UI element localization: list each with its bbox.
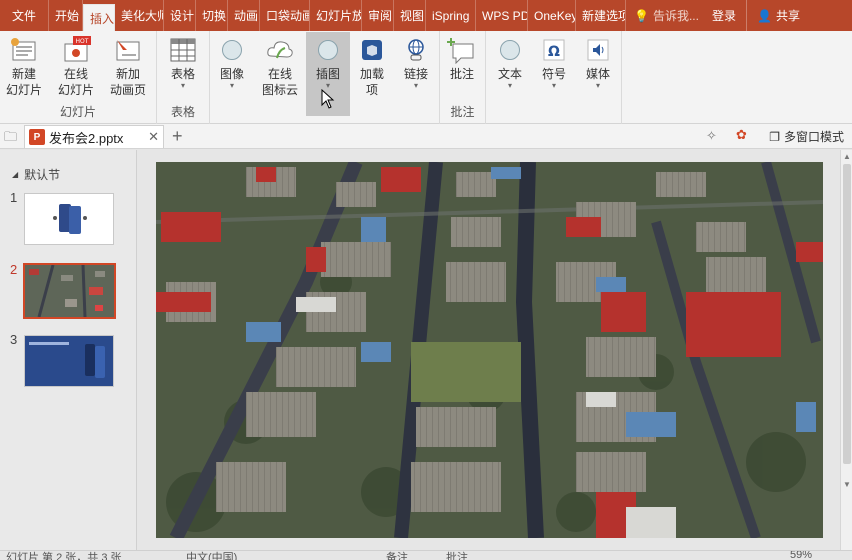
share-button[interactable]: 👤 共享 — [746, 0, 810, 31]
chevron-down-icon: ▾ — [507, 81, 512, 90]
document-tab[interactable]: P 发布会2.pptx ✕ — [24, 125, 164, 148]
document-tab-strip: 🗀 P 发布会2.pptx ✕ + ✧ ✿ ❐ 多窗口模式 — [0, 124, 852, 149]
tab-wps-pdf[interactable]: WPS PDF — [476, 0, 529, 31]
slide-thumb-3[interactable] — [24, 335, 114, 387]
image-button[interactable]: 图像 ▾ — [210, 35, 254, 91]
chevron-down-icon: ▾ — [180, 81, 185, 90]
slide-number-3: 3 — [10, 332, 18, 347]
ribbon-tab-bar: 文件 开始 插入 美化大师 设计 切换 动画 口袋动画 幻灯片放映 审阅 视图 … — [0, 0, 852, 31]
comments-button[interactable]: 批注 — [446, 551, 468, 560]
omega-icon: Ω — [538, 35, 570, 65]
new-slide-button[interactable]: 新建 幻灯片 — [2, 35, 46, 97]
addins-icon — [356, 35, 388, 65]
tab-onekey[interactable]: OneKey — [528, 0, 577, 31]
close-icon[interactable]: ✕ — [148, 129, 159, 145]
slide-count-status: 幻灯片 第 2 张，共 3 张 — [6, 552, 122, 560]
addins-button[interactable]: 加载 项 — [350, 35, 394, 97]
gear-icon[interactable]: ✿ — [736, 127, 747, 143]
slide-thumbnail-panel: ◢ 默认节 1 2 3 — [0, 150, 137, 550]
illustration-icon — [312, 35, 344, 65]
blue-product-slide-image — [25, 336, 113, 386]
add-tab-icon[interactable]: + — [172, 125, 183, 147]
table-icon — [167, 35, 199, 65]
link-button[interactable]: 链接 ▾ — [394, 35, 438, 91]
folder-icon[interactable]: 🗀 — [4, 128, 17, 150]
section-header[interactable]: ◢ 默认节 — [12, 166, 60, 183]
status-bar: 幻灯片 第 2 张，共 3 张 中文(中国) 备注 批注 59% — [0, 550, 852, 560]
comment-icon — [446, 35, 478, 65]
login-button[interactable]: 登录 — [702, 0, 746, 31]
tab-animations[interactable]: 动画 — [228, 0, 261, 31]
chevron-down-icon: ▾ — [551, 81, 556, 90]
slide-number-1: 1 — [10, 190, 18, 205]
online-icon-cloud-button[interactable]: 在线 图标云 — [258, 35, 302, 97]
language-status[interactable]: 中文(中国) — [186, 551, 237, 560]
animation-page-icon — [112, 35, 144, 65]
tab-pocket-animation[interactable]: 口袋动画 — [260, 0, 311, 31]
tab-transitions[interactable]: 切换 — [196, 0, 229, 31]
speaker-icon — [582, 35, 614, 65]
slide-number-2: 2 — [10, 262, 18, 277]
text-button[interactable]: 文本 ▾ — [488, 35, 532, 91]
sparkle-icon[interactable]: ✧ — [706, 128, 717, 144]
tab-new-tab[interactable]: 新建选项卡 — [576, 0, 627, 31]
slide-thumb-2[interactable] — [23, 263, 116, 319]
group-comments: 批注 批注 — [440, 31, 486, 124]
comment-button[interactable]: 批注 — [440, 35, 484, 81]
tab-view[interactable]: 视图 — [394, 0, 427, 31]
scroll-thumb[interactable] — [843, 164, 851, 464]
chevron-down-icon: ▾ — [595, 81, 600, 90]
vertical-scrollbar[interactable]: ▲ ▼ — [840, 150, 852, 550]
table-button[interactable]: 表格 ▾ — [161, 35, 205, 91]
link-globe-icon — [400, 35, 432, 65]
tab-slideshow[interactable]: 幻灯片放映 — [310, 0, 363, 31]
aerial-photo-thumbnail — [25, 265, 114, 317]
group-text-symbols: 文本 ▾ Ω 符号 ▾ 媒体 ▾ — [486, 31, 622, 124]
chevron-down-icon: ▾ — [229, 81, 234, 90]
aerial-village-photo — [156, 162, 823, 538]
current-slide[interactable] — [156, 162, 823, 538]
tab-file[interactable]: 文件 — [0, 0, 50, 31]
tab-review[interactable]: 审阅 — [362, 0, 395, 31]
svg-text:HOT: HOT — [76, 38, 89, 45]
online-slide-button[interactable]: HOT 在线 幻灯片 — [54, 35, 98, 97]
scroll-down-icon[interactable]: ▼ — [842, 480, 852, 490]
image-icon — [216, 35, 248, 65]
tab-insert[interactable]: 插入 — [83, 4, 116, 31]
powerpoint-icon: P — [29, 129, 45, 145]
scroll-up-icon[interactable]: ▲ — [842, 152, 852, 162]
symbol-button[interactable]: Ω 符号 ▾ — [532, 35, 576, 91]
multi-window-mode-button[interactable]: ❐ 多窗口模式 — [769, 128, 844, 145]
group-insert-media: 图像 ▾ 在线 图标云 插图 ▾ 加载 项 链接 ▾ — [210, 31, 440, 124]
group-slides: 新建 幻灯片 HOT 在线 幻灯片 新加 动画页 幻灯片 — [0, 31, 157, 124]
tab-design[interactable]: 设计 — [164, 0, 197, 31]
svg-text:Ω: Ω — [548, 44, 560, 60]
mouse-cursor-icon — [321, 89, 335, 109]
illustration-button[interactable]: 插图 ▾ — [306, 32, 350, 116]
cloud-leaf-icon — [264, 35, 296, 65]
slide-thumb-1[interactable] — [24, 193, 114, 245]
window-icon: ❐ — [769, 129, 780, 144]
media-button[interactable]: 媒体 ▾ — [576, 35, 620, 91]
online-slide-icon: HOT — [60, 35, 92, 65]
tab-home[interactable]: 开始 — [49, 0, 84, 31]
tab-ispring[interactable]: iSpring — [426, 0, 477, 31]
notes-button[interactable]: 备注 — [386, 551, 408, 560]
text-icon — [494, 35, 526, 65]
zoom-level[interactable]: 59% — [790, 551, 812, 560]
phone-product-image — [25, 194, 113, 244]
ribbon: 新建 幻灯片 HOT 在线 幻灯片 新加 动画页 幻灯片 表格 ▾ 表格 图像 … — [0, 31, 852, 124]
group-tables: 表格 ▾ 表格 — [157, 31, 210, 124]
add-animation-page-button[interactable]: 新加 动画页 — [106, 35, 150, 97]
slide-editing-canvas — [138, 150, 840, 550]
new-slide-icon — [8, 35, 40, 65]
tab-beautify[interactable]: 美化大师 — [115, 0, 165, 31]
collapse-triangle-icon: ◢ — [12, 170, 19, 179]
tell-me-search[interactable]: 💡 告诉我... — [626, 0, 702, 31]
chevron-down-icon: ▾ — [413, 81, 418, 90]
person-icon: 👤 — [757, 8, 772, 23]
lightbulb-icon: 💡 — [634, 8, 649, 23]
